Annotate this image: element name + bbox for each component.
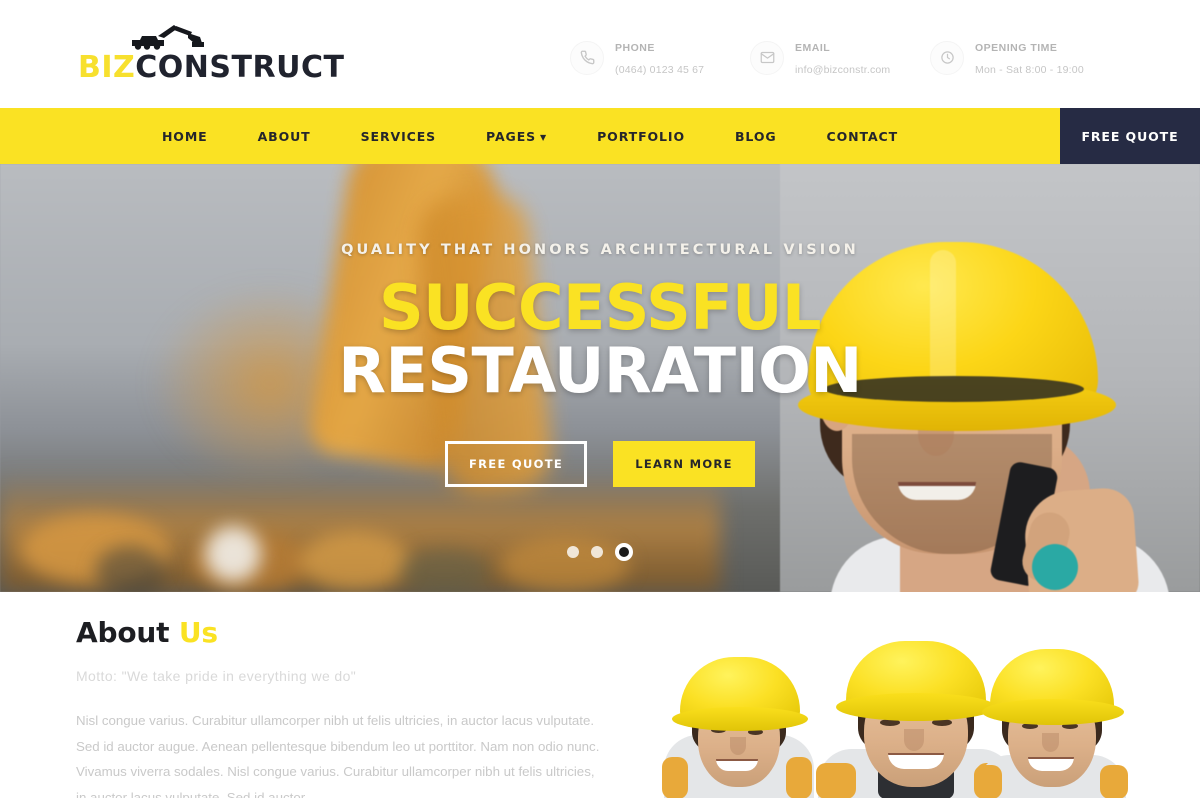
about-heading: About Us xyxy=(76,616,606,649)
about-workers-photo xyxy=(620,639,1200,799)
slider-dot-3-active[interactable] xyxy=(615,543,633,561)
hero-slider: QUALITY THAT HONORS ARCHITECTURAL VISION… xyxy=(0,164,1200,592)
main-navigation: HOME ABOUT SERVICES PAGES ▼ PORTFOLIO BLO… xyxy=(0,108,1200,164)
hero-title-line1: SUCCESSFUL xyxy=(378,271,822,344)
about-text-column: About Us Motto: "We take pride in everyt… xyxy=(76,616,606,799)
logo-text-construct: CONSTRUCT xyxy=(135,50,345,85)
about-motto: Motto: "We take pride in everything we d… xyxy=(76,668,357,684)
envelope-icon xyxy=(750,40,784,75)
about-heading-highlight: Us xyxy=(178,616,218,649)
nav-label-home: HOME xyxy=(161,128,208,144)
contact-label-phone: PHONE xyxy=(615,42,655,54)
clock-icon xyxy=(930,40,964,75)
nav-label-blog: BLOG xyxy=(735,128,777,144)
phone-icon xyxy=(570,40,604,75)
contact-text-phone: PHONE (0464) 0123 45 67 xyxy=(615,36,704,79)
worker-vest xyxy=(662,757,688,799)
worker-nose xyxy=(1042,733,1059,752)
contact-label-email: EMAIL xyxy=(795,42,831,54)
nav-label-about: ABOUT xyxy=(257,128,311,144)
contact-value-email: info@bizconstr.com xyxy=(795,63,891,76)
contact-value-hours: Mon - Sat 8:00 - 19:00 xyxy=(975,63,1084,76)
contact-text-hours: OPENING TIME Mon - Sat 8:00 - 19:00 xyxy=(975,36,1084,79)
nav-item-contact[interactable]: CONTACT xyxy=(802,129,924,144)
worker-nose xyxy=(904,729,924,751)
hero-free-quote-button[interactable]: FREE QUOTE xyxy=(445,441,587,488)
slider-dot-2[interactable] xyxy=(591,546,603,558)
nav-item-blog[interactable]: BLOG xyxy=(710,129,802,144)
about-heading-normal: About xyxy=(76,616,170,649)
excavator-icon xyxy=(132,25,204,50)
about-section: About Us Motto: "We take pride in everyt… xyxy=(0,592,1200,799)
worker-right xyxy=(950,639,1150,799)
contact-item-phone[interactable]: PHONE (0464) 0123 45 67 xyxy=(570,36,750,79)
worker-vest xyxy=(816,763,856,799)
logo-wordmark: BIZCONSTRUCT xyxy=(78,50,344,85)
worker-smile xyxy=(1028,757,1074,771)
nav-item-portfolio[interactable]: PORTFOLIO xyxy=(572,129,710,144)
worker-smile xyxy=(888,753,944,769)
logo-text-biz: BIZ xyxy=(78,50,136,85)
contact-item-email[interactable]: EMAIL info@bizconstr.com xyxy=(750,36,930,79)
nav-label-contact: CONTACT xyxy=(826,128,899,144)
chevron-down-icon: ▼ xyxy=(540,132,548,142)
site-header: BIZCONSTRUCT PHONE (0464) 0123 45 67 EMA… xyxy=(0,0,1200,108)
hero-learn-more-button[interactable]: LEARN MORE xyxy=(613,441,755,488)
hero-kicker: QUALITY THAT HONORS ARCHITECTURAL VISION xyxy=(341,242,859,258)
worker-hardhat-brim xyxy=(672,707,808,731)
contact-text-email: EMAIL info@bizconstr.com xyxy=(795,36,890,79)
worker-hardhat-brim xyxy=(982,699,1124,725)
worker-smile xyxy=(716,759,758,771)
about-body-text: Nisl congue varius. Curabitur ullamcorpe… xyxy=(76,713,600,799)
worker-vest xyxy=(974,765,1002,799)
nav-item-services[interactable]: SERVICES xyxy=(336,129,461,144)
slider-dot-1[interactable] xyxy=(567,546,579,558)
worker-vest xyxy=(1100,765,1128,799)
page-root: BIZCONSTRUCT PHONE (0464) 0123 45 67 EMA… xyxy=(0,0,1200,799)
header-contact-group: PHONE (0464) 0123 45 67 EMAIL info@bizco… xyxy=(570,36,1110,79)
nav-menu: HOME ABOUT SERVICES PAGES ▼ PORTFOLIO BLO… xyxy=(137,129,1063,144)
contact-value-phone: (0464) 0123 45 67 xyxy=(615,63,705,76)
nav-label-portfolio: PORTFOLIO xyxy=(597,128,685,144)
nav-label-pages: PAGES xyxy=(486,128,537,144)
hero-title-line2: RESTAURATION xyxy=(338,333,862,407)
hero-copy: QUALITY THAT HONORS ARCHITECTURAL VISION… xyxy=(0,242,1200,488)
nav-item-home[interactable]: HOME xyxy=(137,129,233,144)
contact-item-hours[interactable]: OPENING TIME Mon - Sat 8:00 - 19:00 xyxy=(930,36,1110,79)
hero-slider-dots xyxy=(0,543,1200,564)
site-logo[interactable]: BIZCONSTRUCT xyxy=(78,22,344,88)
free-quote-button[interactable]: FREE QUOTE xyxy=(1060,108,1200,164)
nav-label-services: SERVICES xyxy=(360,128,437,144)
contact-label-hours: OPENING TIME xyxy=(975,42,1058,54)
hero-buttons: FREE QUOTE LEARN MORE xyxy=(0,441,1200,488)
worker-nose xyxy=(730,737,746,755)
nav-item-about[interactable]: ABOUT xyxy=(233,129,336,144)
nav-item-pages[interactable]: PAGES ▼ xyxy=(461,129,572,144)
